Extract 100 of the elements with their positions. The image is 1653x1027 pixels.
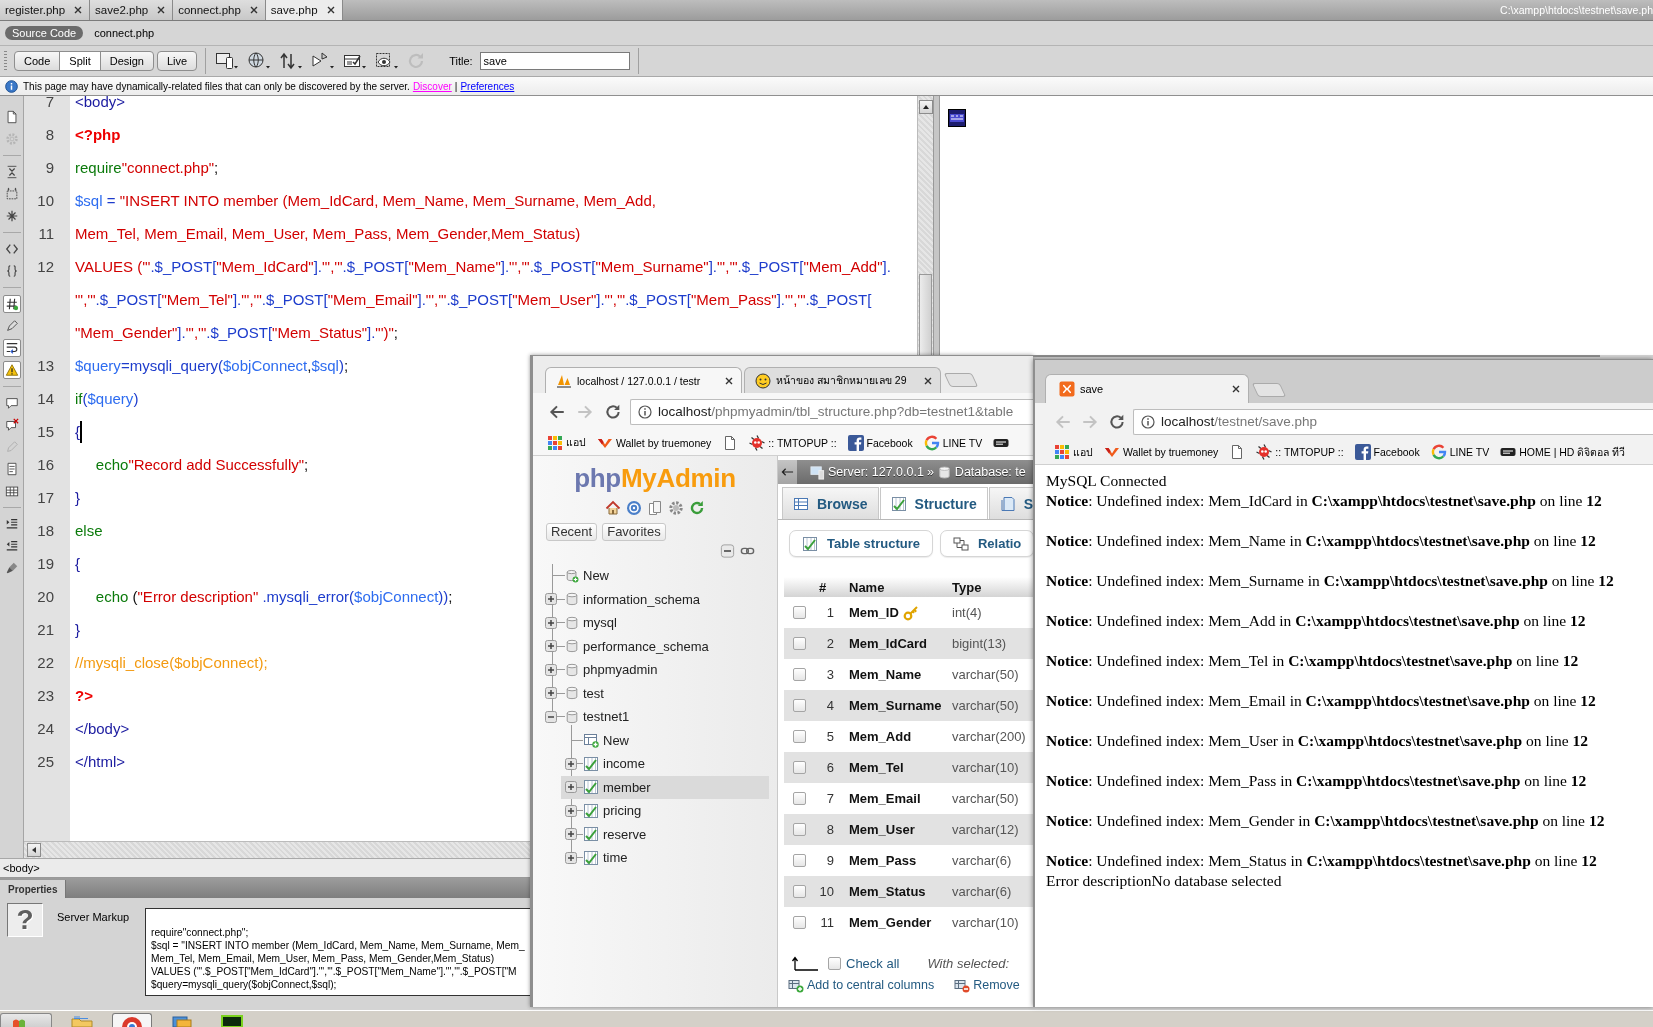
taskbar-button[interactable] <box>112 1013 152 1027</box>
tree-item[interactable]: information_schema <box>533 587 777 611</box>
expand-icon[interactable] <box>565 757 577 770</box>
browser-tab[interactable]: หน้าของ สมาชิกหมายเลข 29 <box>744 367 941 393</box>
subtab-button[interactable]: Relatio <box>939 530 1033 557</box>
document-tab[interactable]: save.php <box>265 0 343 20</box>
bookmark[interactable]: Wallet by truemoney <box>597 434 712 451</box>
warning-icon[interactable] <box>2 361 21 379</box>
row-checkbox[interactable] <box>793 823 806 836</box>
server-markup-field[interactable]: require"connect.php"; $sql = "INSERT INTO member (Mem_IdCard, Mem_Name, Mem_Surname, Mem_ Mem_Tel, Mem_Email, Mem_User, Mem_Pass, Mem_Gender,Mem_Status) VALUES ('".$_POST["Mem_IdCard"]."','".$_POST["Mem_Name"]."','".$_POST["M $query=mysqli_query($objConnect,$sql); <box>145 908 530 996</box>
scrollbar-thumb[interactable] <box>919 274 932 355</box>
page-tab[interactable]: S <box>988 487 1033 519</box>
refresh-icon[interactable] <box>689 500 705 516</box>
address-field[interactable]: localhost/testnet/save.php <box>1133 408 1653 435</box>
row-checkbox[interactable] <box>793 606 806 619</box>
tree-item[interactable]: phpmyadmin <box>533 658 777 682</box>
tree-item[interactable]: testnet1 <box>533 705 777 729</box>
tree-item[interactable]: test <box>533 681 777 705</box>
check-all-checkbox[interactable] <box>828 956 841 970</box>
row-checkbox[interactable] <box>793 668 806 681</box>
bookmark[interactable]: :: TMTOPUP :: <box>749 434 837 451</box>
properties-tab[interactable]: Properties <box>0 880 67 898</box>
close-icon[interactable] <box>157 6 166 14</box>
browser-tab[interactable]: save <box>1045 374 1249 403</box>
page-tab[interactable]: Structure <box>879 487 988 519</box>
check-all-link[interactable]: Check all <box>846 955 900 971</box>
home-icon[interactable] <box>605 500 621 516</box>
document-tab[interactable]: connect.php <box>173 0 266 20</box>
action-link[interactable]: Remove <box>954 977 1020 993</box>
bookmark[interactable]: LINE TV <box>923 434 983 451</box>
documents-icon[interactable] <box>647 500 663 516</box>
ring-icon[interactable] <box>626 500 642 516</box>
row-checkbox[interactable] <box>793 730 806 743</box>
hash-icon[interactable] <box>2 295 21 313</box>
bookmark[interactable]: LINE TV <box>1430 444 1490 460</box>
close-icon[interactable] <box>74 6 83 14</box>
close-icon[interactable] <box>924 376 932 385</box>
bookmark[interactable]: Wallet by truemoney <box>1104 444 1219 460</box>
row-checkbox[interactable] <box>793 792 806 805</box>
view-button[interactable]: Live <box>156 51 198 71</box>
expand-icon[interactable] <box>545 687 557 700</box>
pointer-arrow-icon[interactable] <box>311 51 336 71</box>
close-icon[interactable] <box>725 376 733 385</box>
bookmark[interactable]: แอป <box>547 434 586 451</box>
gear-icon[interactable] <box>668 500 684 516</box>
tree-item[interactable]: income <box>561 752 769 776</box>
expand-icon[interactable] <box>565 851 577 864</box>
eye-icon[interactable] <box>375 51 400 71</box>
close-icon[interactable] <box>326 6 335 14</box>
column-header[interactable]: Name <box>847 579 949 595</box>
close-icon[interactable] <box>1232 385 1240 393</box>
related-file-tab[interactable]: connect.php <box>92 26 157 40</box>
expand-icon[interactable] <box>545 663 557 676</box>
row-checkbox[interactable] <box>793 761 806 774</box>
devices-icon[interactable] <box>215 51 240 71</box>
info-link[interactable]: Preferences <box>460 80 515 92</box>
scroll-up-button[interactable] <box>918 100 933 114</box>
bookmark[interactable]: Facebook <box>847 434 913 451</box>
tree-item[interactable]: time <box>561 846 769 870</box>
related-file-tab[interactable]: Source Code <box>5 26 84 40</box>
subtab-button[interactable]: Table structure <box>789 530 933 557</box>
tree-item[interactable]: member <box>561 775 769 799</box>
nav-button[interactable]: Favorites <box>602 523 666 541</box>
tree-item[interactable]: reserve <box>561 822 769 846</box>
breadcrumb-link[interactable]: Database: te <box>954 465 1026 479</box>
expand-icon[interactable] <box>545 640 557 653</box>
tree-item[interactable]: performance_schema <box>533 634 777 658</box>
globe-icon[interactable] <box>247 51 272 71</box>
scroll-left-button[interactable] <box>27 843 41 857</box>
tree-item[interactable]: New <box>561 728 769 752</box>
view-button[interactable]: Design <box>99 51 154 71</box>
title-field[interactable]: save <box>479 52 630 70</box>
up-down-arrows-icon[interactable] <box>279 51 304 71</box>
row-checkbox[interactable] <box>793 916 806 929</box>
bookmark[interactable]: Facebook <box>1354 444 1420 460</box>
column-header[interactable]: Type <box>949 579 982 595</box>
vertical-scrollbar[interactable] <box>917 96 933 355</box>
word-wrap-icon[interactable] <box>2 339 21 357</box>
view-button[interactable]: Code <box>14 51 61 71</box>
page-tab[interactable]: Browse <box>782 487 879 519</box>
tree-item[interactable]: New <box>533 564 777 588</box>
horizontal-scrollbar[interactable] <box>24 841 530 858</box>
tree-item[interactable]: mysql <box>533 611 777 635</box>
toolbar-grip[interactable] <box>4 51 7 71</box>
tag-selector[interactable]: <body> <box>3 862 40 874</box>
back-arrow-button[interactable] <box>778 460 797 484</box>
close-icon[interactable] <box>249 6 258 14</box>
document-tab[interactable]: register.php <box>0 0 91 20</box>
document-tab[interactable]: save2.php <box>90 0 174 20</box>
nav-button[interactable]: Recent <box>546 523 598 541</box>
reload-icon[interactable] <box>604 402 622 421</box>
row-checkbox[interactable] <box>793 885 806 898</box>
expand-icon[interactable] <box>545 616 557 629</box>
collapse-all-icon[interactable] <box>720 544 735 558</box>
row-checkbox[interactable] <box>793 637 806 650</box>
expand-icon[interactable] <box>565 828 577 841</box>
browser-tab[interactable]: localhost / 127.0.0.1 / testr <box>545 367 742 393</box>
row-checkbox[interactable] <box>793 699 806 712</box>
action-link[interactable]: Add to central columns <box>788 977 935 993</box>
row-checkbox[interactable] <box>793 854 806 867</box>
